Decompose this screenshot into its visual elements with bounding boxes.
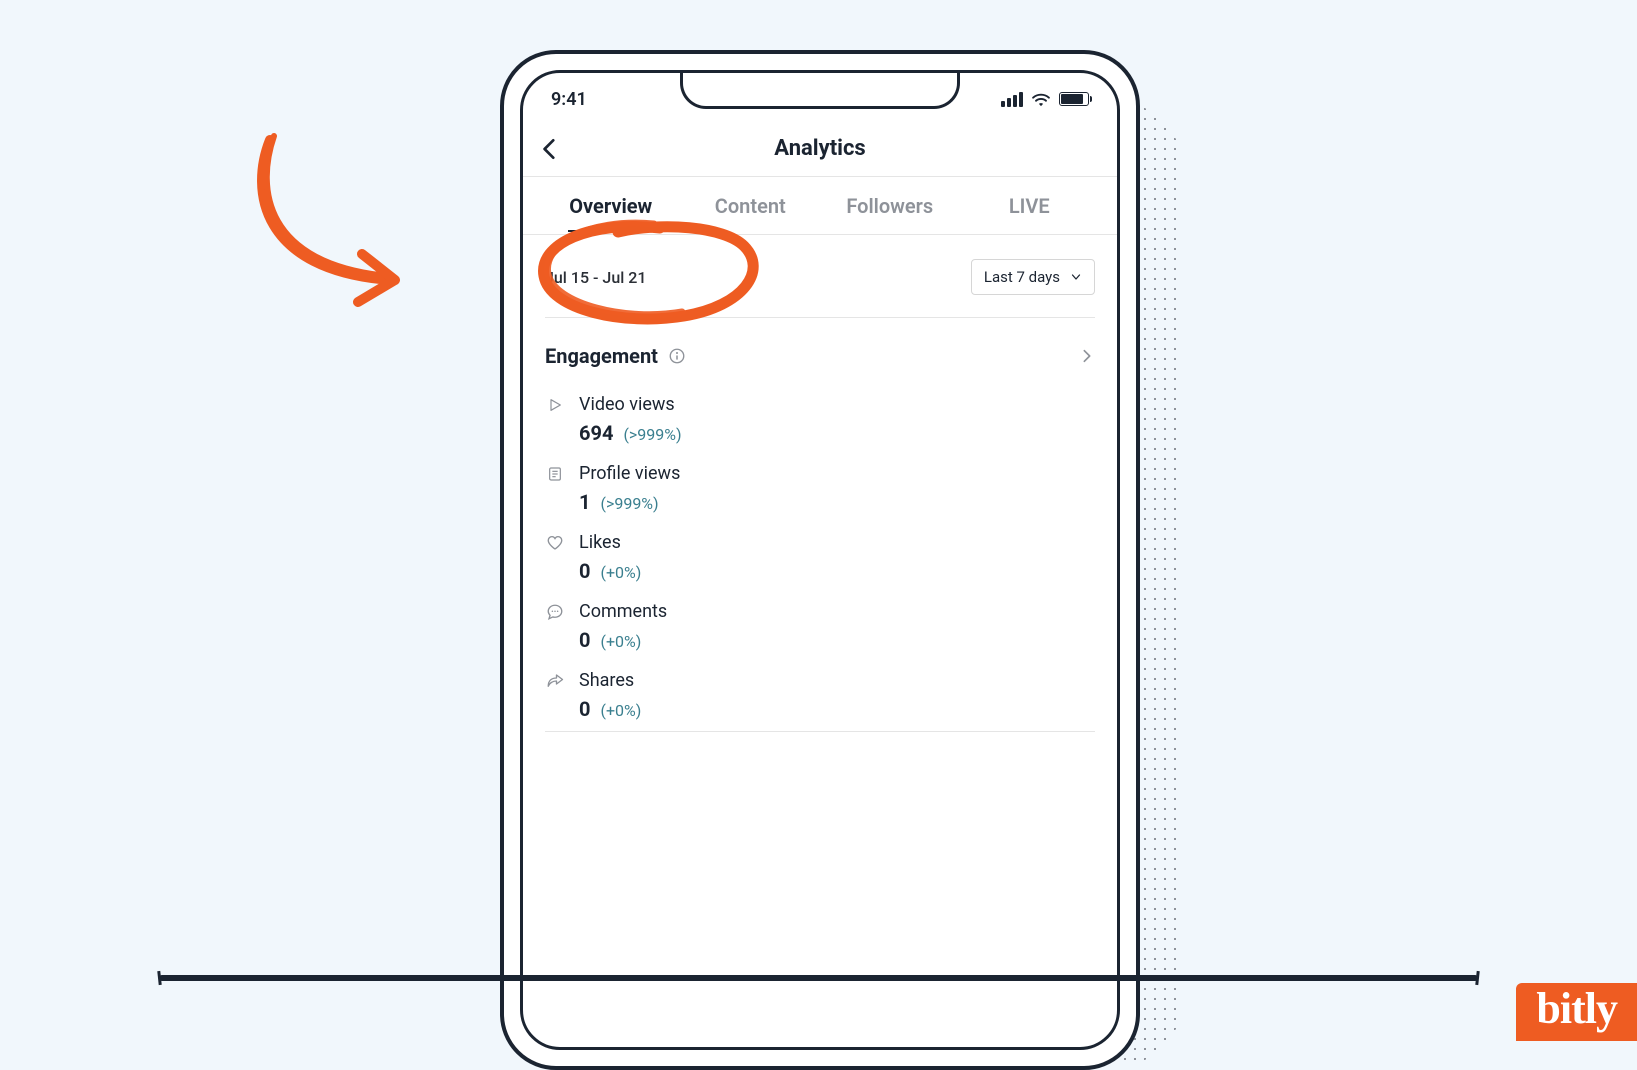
cellular-signal-icon bbox=[1001, 92, 1023, 107]
annotation-arrow bbox=[230, 130, 450, 330]
share-icon bbox=[545, 671, 565, 691]
chevron-down-icon bbox=[1070, 271, 1082, 283]
chevron-right-icon bbox=[1079, 348, 1095, 364]
wifi-icon bbox=[1031, 92, 1051, 107]
metric-delta: (+0%) bbox=[600, 563, 641, 582]
period-selector[interactable]: Last 7 days bbox=[971, 259, 1095, 295]
info-icon[interactable] bbox=[668, 347, 686, 365]
metric-label: Likes bbox=[579, 532, 621, 553]
bitly-logo: bitly bbox=[1516, 983, 1637, 1041]
metric-label: Shares bbox=[579, 670, 634, 691]
metric-delta: (>999%) bbox=[623, 425, 681, 444]
metric-profile-views: Profile views 1 (>999%) bbox=[545, 451, 1095, 520]
tab-live[interactable]: LIVE bbox=[960, 194, 1100, 218]
tab-followers[interactable]: Followers bbox=[820, 194, 960, 218]
engagement-section-header[interactable]: Engagement bbox=[545, 330, 1095, 382]
metric-comments: Comments 0 (+0%) bbox=[545, 589, 1095, 658]
metric-delta: (+0%) bbox=[600, 632, 641, 651]
status-time: 9:41 bbox=[551, 89, 587, 110]
profile-icon bbox=[545, 464, 565, 484]
metric-label: Video views bbox=[579, 394, 675, 415]
metric-value: 0 bbox=[579, 559, 590, 583]
metric-value: 0 bbox=[579, 628, 590, 652]
divider bbox=[545, 731, 1095, 732]
back-button[interactable] bbox=[537, 136, 563, 162]
ground-line bbox=[160, 975, 1477, 981]
annotation-circle bbox=[530, 214, 780, 334]
period-selector-label: Last 7 days bbox=[984, 268, 1060, 286]
metric-video-views: Video views 694 (>999%) bbox=[545, 382, 1095, 451]
metric-likes: Likes 0 (+0%) bbox=[545, 520, 1095, 589]
metric-value: 694 bbox=[579, 421, 613, 445]
metric-shares: Shares 0 (+0%) bbox=[545, 658, 1095, 727]
metric-value: 0 bbox=[579, 697, 590, 721]
heart-icon bbox=[545, 533, 565, 553]
metric-label: Comments bbox=[579, 601, 667, 622]
page-title: Analytics bbox=[774, 136, 865, 161]
comment-icon bbox=[545, 602, 565, 622]
metric-delta: (+0%) bbox=[600, 701, 641, 720]
metric-delta: (>999%) bbox=[600, 494, 658, 513]
phone-frame: 9:41 Analytics bbox=[500, 50, 1140, 1070]
metric-value: 1 bbox=[579, 490, 590, 514]
engagement-label: Engagement bbox=[545, 344, 658, 368]
metric-label: Profile views bbox=[579, 463, 680, 484]
nav-header: Analytics bbox=[523, 121, 1117, 177]
play-icon bbox=[545, 395, 565, 415]
battery-icon bbox=[1059, 92, 1089, 106]
phone-notch bbox=[680, 70, 960, 109]
